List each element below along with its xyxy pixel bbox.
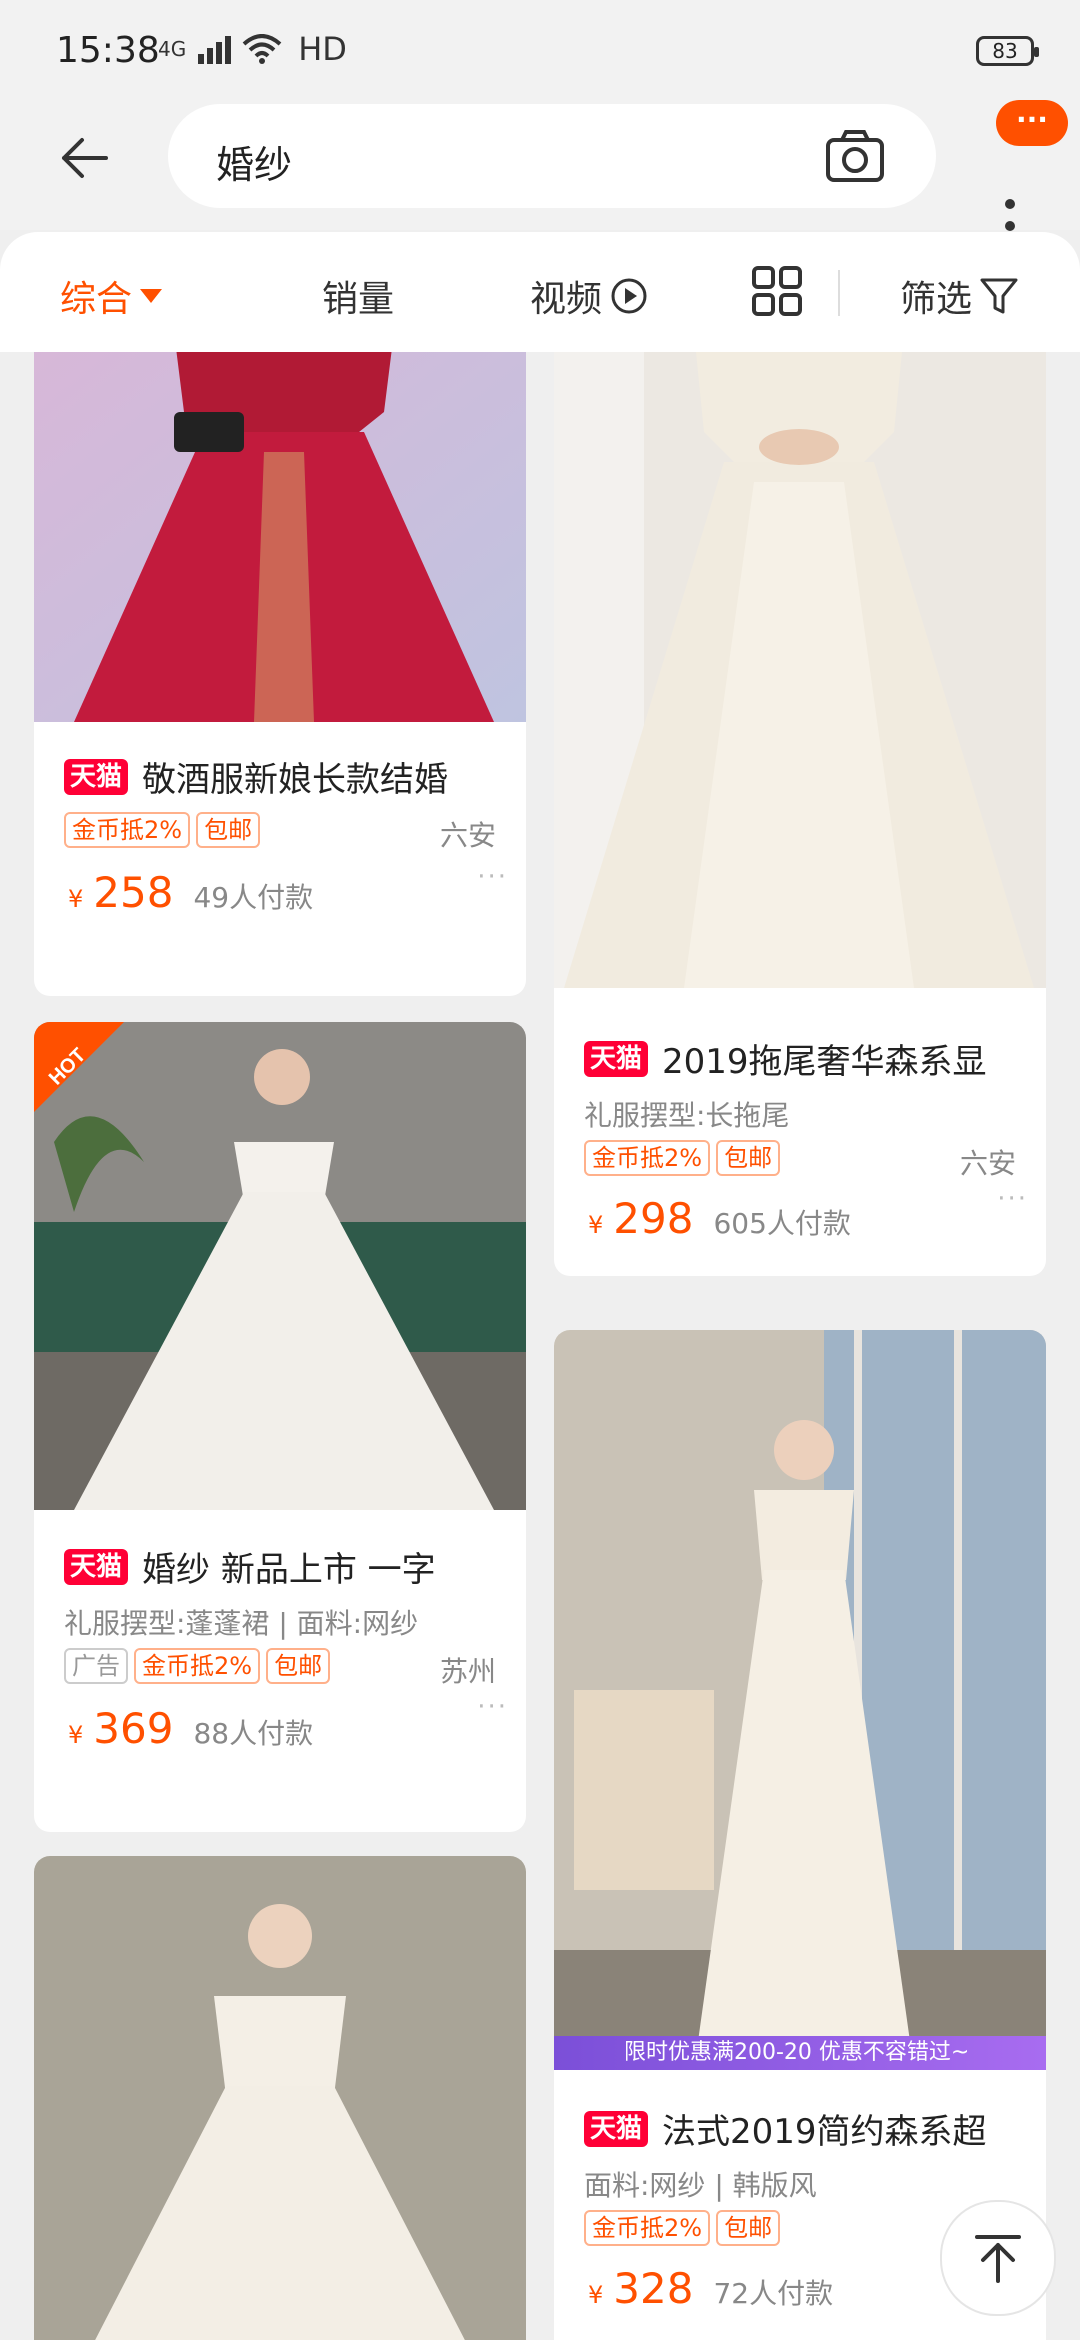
product-card[interactable]: 限时优惠满200-20 优惠不容错过~ 天猫 法式2019简约森系超 面料:网纱…: [554, 1330, 1046, 2340]
signal-icon: [198, 36, 232, 64]
filter-divider: [838, 270, 840, 316]
price-row: ¥ 298 605人付款: [588, 1194, 851, 1243]
price: 328: [613, 2264, 694, 2313]
more-menu-icon[interactable]: [1000, 148, 1020, 238]
product-attributes: 礼服摆型:长拖尾: [584, 1099, 790, 1132]
hd-label: HD: [298, 30, 347, 68]
card-more-icon[interactable]: ···: [477, 1692, 508, 1722]
seller-location: 苏州: [439, 1655, 496, 1688]
search-query: 婚纱: [216, 143, 293, 187]
product-image: [554, 352, 1046, 988]
tag-row: 金币抵2% 包邮: [584, 2210, 781, 2246]
product-title[interactable]: 天猫 法式2019简约森系超: [584, 2104, 1024, 2153]
sold-count: 88人付款: [193, 1717, 314, 1750]
product-attributes: 礼服摆型:蓬蓬裙 | 面料:网纱: [64, 1607, 419, 1640]
status-bar: 15:38 4G HD 83: [0, 0, 1080, 100]
search-input[interactable]: 婚纱: [168, 104, 936, 208]
price: 258: [93, 868, 174, 917]
product-card[interactable]: HOT 天猫 婚纱 新品上市 一字 礼服摆型:蓬蓬裙 | 面料:网纱 广告 金币…: [34, 1022, 526, 1832]
free-shipping-tag: 包邮: [196, 812, 261, 848]
more-badge[interactable]: ···: [996, 100, 1068, 146]
free-shipping-tag: 包邮: [266, 1648, 331, 1684]
product-card[interactable]: 天猫 敬酒服新娘长款结婚 金币抵2% 包邮 六安 ¥ 258 49人付款 ···: [34, 352, 526, 996]
product-image: [34, 352, 526, 722]
filter-video[interactable]: 视频: [530, 270, 648, 322]
search-header: 婚纱 ···: [0, 100, 1080, 231]
price-row: ¥ 369 88人付款: [68, 1704, 313, 1753]
status-icons: 4G HD: [158, 30, 347, 68]
coin-tag: 金币抵2%: [134, 1648, 261, 1684]
price-row: ¥ 328 72人付款: [588, 2264, 833, 2313]
product-title[interactable]: 天猫 敬酒服新娘长款结婚: [64, 752, 504, 801]
free-shipping-tag: 包邮: [716, 1140, 781, 1176]
product-feed[interactable]: 天猫 敬酒服新娘长款结婚 金币抵2% 包邮 六安 ¥ 258 49人付款 ···…: [0, 352, 1080, 2340]
filter-screen[interactable]: 筛选: [900, 270, 1018, 322]
tag-row: 金币抵2% 包邮: [64, 812, 261, 848]
coin-tag: 金币抵2%: [584, 1140, 711, 1176]
product-title-text: 敬酒服新娘长款结婚: [142, 760, 449, 800]
product-image: [34, 1856, 526, 2340]
battery-level: 83: [992, 39, 1018, 63]
seller-location: 六安: [959, 1147, 1016, 1180]
filter-label: 视频: [530, 279, 603, 320]
price: 298: [613, 1194, 694, 1243]
back-button[interactable]: [48, 122, 120, 194]
sold-count: 49人付款: [193, 881, 314, 914]
coin-tag: 金币抵2%: [64, 812, 191, 848]
filter-comprehensive[interactable]: 综合: [60, 270, 163, 322]
back-arrow-icon: [62, 138, 108, 178]
card-more-icon[interactable]: ···: [997, 1184, 1028, 1214]
tag-row: 金币抵2% 包邮: [584, 1140, 781, 1176]
sold-count: 72人付款: [713, 2277, 834, 2310]
tmall-badge: 天猫: [584, 1040, 649, 1077]
product-card[interactable]: 天猫 2019拖尾奢华森系显 礼服摆型:长拖尾 金币抵2% 包邮 六安 ¥ 29…: [554, 352, 1046, 1276]
filter-sales[interactable]: 销量: [322, 270, 394, 322]
status-time: 15:38: [56, 30, 160, 71]
currency-symbol: ¥: [68, 1721, 84, 1749]
filter-label: 综合: [60, 279, 133, 320]
promo-banner[interactable]: 限时优惠满200-20 优惠不容错过~: [554, 2036, 1046, 2070]
seller-location: 六安: [439, 819, 496, 852]
tmall-badge: 天猫: [584, 2110, 649, 2147]
currency-symbol: ¥: [588, 1211, 604, 1239]
currency-symbol: ¥: [68, 885, 84, 913]
tmall-badge: 天猫: [64, 758, 129, 795]
product-title-text: 法式2019简约森系超: [662, 2112, 987, 2152]
free-shipping-tag: 包邮: [716, 2210, 781, 2246]
product-title-text: 婚纱 新品上市 一字: [142, 1550, 436, 1590]
filter-bar: 综合 销量 视频 筛选: [0, 232, 1080, 352]
coin-tag: 金币抵2%: [584, 2210, 711, 2246]
product-title-text: 2019拖尾奢华森系显: [662, 1042, 987, 1082]
price-row: ¥ 258 49人付款: [68, 868, 313, 917]
grid-view-icon[interactable]: [752, 266, 802, 316]
card-more-icon[interactable]: ···: [477, 862, 508, 892]
wifi-icon: [242, 34, 282, 64]
tmall-badge: 天猫: [64, 1548, 129, 1585]
battery-icon: 83: [976, 36, 1039, 66]
funnel-icon: [980, 278, 1018, 314]
network-label: 4G: [158, 37, 187, 61]
filter-label: 销量: [322, 279, 395, 320]
caret-down-icon: [140, 289, 163, 303]
filter-label: 筛选: [900, 279, 973, 320]
arrow-up-icon: [975, 2235, 1021, 2283]
product-title[interactable]: 天猫 婚纱 新品上市 一字: [64, 1542, 504, 1591]
product-image: [554, 1330, 1046, 2070]
product-title[interactable]: 天猫 2019拖尾奢华森系显: [584, 1034, 1024, 1083]
price: 369: [93, 1704, 174, 1753]
tag-row: 广告 金币抵2% 包邮: [64, 1648, 331, 1684]
ad-tag: 广告: [64, 1648, 128, 1684]
camera-icon[interactable]: [824, 126, 886, 188]
currency-symbol: ¥: [588, 2281, 604, 2309]
product-attributes: 面料:网纱 | 韩版风: [584, 2169, 817, 2202]
sold-count: 605人付款: [713, 1207, 851, 1240]
scroll-to-top-button[interactable]: [940, 2200, 1056, 2316]
play-circle-icon: [611, 278, 647, 314]
hot-badge: HOT: [34, 1022, 124, 1112]
product-card[interactable]: [34, 1856, 526, 2340]
